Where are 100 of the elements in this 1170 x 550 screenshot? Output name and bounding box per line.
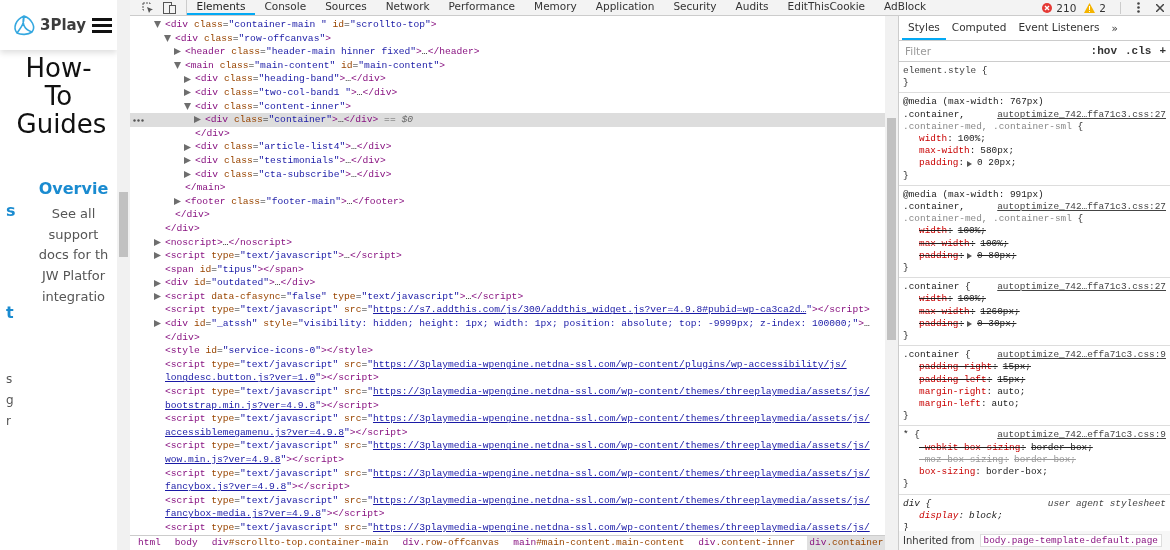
css-property-value[interactable]: block;	[969, 509, 1003, 522]
url-link[interactable]: https://3playmedia-wpengine.netdna-ssl.com/wp-content/themes/threeplaymedia/assets/js/	[373, 386, 870, 398]
scrollbar[interactable]	[117, 0, 130, 550]
expand-triangle-icon[interactable]	[967, 160, 973, 167]
url-link[interactable]: https://3playmedia-wpengine.netdna-ssl.com/wp-content/plugins/wp-accessibility/js/	[373, 358, 847, 370]
panel-tab[interactable]: Memory	[524, 0, 587, 15]
css-property-value[interactable]: 0 20px;	[977, 157, 1017, 170]
tree-row[interactable]: <script data-cfasync="false" type="text/javascript">…</script>	[130, 289, 885, 304]
tree-row[interactable]: <main class="main-content" id="main-content">	[130, 58, 885, 73]
toolbar-button[interactable]: .cls	[1125, 45, 1152, 57]
panel-tab[interactable]: Audits	[726, 0, 779, 15]
breadcrumb-item[interactable]: div.row-offcanvas	[400, 536, 502, 550]
disclosure-triangle-icon[interactable]	[184, 102, 191, 110]
css-property-value[interactable]: 580px;	[980, 145, 1015, 158]
tree-row[interactable]: <div class="container">…</div> == $0	[130, 113, 885, 127]
disclosure-triangle-icon[interactable]	[184, 89, 191, 97]
error-icon[interactable]	[1042, 2, 1053, 13]
url-link[interactable]: bootstrap.min.js?ver=4.9.8	[165, 399, 316, 411]
url-link[interactable]: fancybox.js?ver=4.9.8	[165, 481, 287, 493]
css-property-value[interactable]: 100%;	[980, 237, 1009, 250]
card-heading[interactable]: Overvie	[38, 179, 109, 199]
styles-tab[interactable]: Styles	[902, 16, 946, 40]
tree-row[interactable]: <div class="row-offcanvas">	[130, 31, 885, 46]
tree-row[interactable]: <header class="header-main hinner fixed">…</header>	[130, 45, 885, 59]
expand-triangle-icon[interactable]	[967, 320, 973, 327]
url-link[interactable]: https://3playmedia-wpengine.netdna-ssl.com/wp-content/themes/threeplaymedia/assets/js/	[373, 440, 870, 452]
css-property-value[interactable]: 1260px;	[980, 305, 1020, 318]
css-property-value[interactable]: 100%;	[957, 225, 986, 238]
breadcrumb-item[interactable]: div#scrollto-top.container-main	[209, 536, 391, 550]
url-link[interactable]: https://3playmedia-wpengine.netdna-ssl.com/wp-content/themes/threeplaymedia/assets/js/	[373, 521, 870, 533]
url-link[interactable]: wow.min.js?ver=4.9.8	[165, 454, 281, 465]
breadcrumb-item[interactable]: html	[136, 536, 163, 550]
panel-tab[interactable]: Console	[254, 0, 316, 15]
tree-row[interactable]: <div class="cta-subscribe">…</div>	[130, 167, 885, 182]
disclosure-triangle-icon[interactable]	[194, 116, 201, 124]
breadcrumb-item[interactable]: body	[172, 536, 200, 550]
panel-tab[interactable]: Application	[586, 0, 664, 15]
panel-tab[interactable]: EditThisCookie	[778, 0, 875, 15]
toolbar-button[interactable]: +	[1159, 45, 1166, 57]
css-property-name[interactable]: padding:	[919, 249, 965, 263]
disclosure-triangle-icon[interactable]	[154, 238, 161, 246]
disclosure-triangle-icon[interactable]	[154, 293, 161, 301]
source-link[interactable]: autoptimize_742…effa71c3.css:9	[997, 429, 1166, 442]
url-link[interactable]: fancybox-media.js?ver=4.9.8	[165, 508, 321, 520]
css-property-value[interactable]: 15px;	[997, 373, 1026, 386]
css-property-value[interactable]: border-box;	[985, 466, 1048, 479]
panel-tab[interactable]: Sources	[315, 0, 377, 15]
url-link[interactable]: https://3playmedia-wpengine.netdna-ssl.com/wp-content/themes/threeplaymedia/assets/js/	[373, 413, 870, 425]
source-link[interactable]: autoptimize_742…ffa71c3.css:27	[997, 281, 1166, 294]
breadcrumb-item[interactable]: div.container	[807, 536, 885, 550]
url-link[interactable]: longdesc.button.js?ver=1.0	[165, 372, 316, 384]
tree-row[interactable]: <footer class="footer-main">…</footer>	[130, 194, 885, 209]
disclosure-triangle-icon[interactable]	[154, 21, 161, 29]
css-property-name[interactable]: padding-right:	[919, 361, 998, 374]
tree-row[interactable]: <div class="heading-band">…</div>	[130, 72, 885, 86]
disclosure-triangle-icon[interactable]	[174, 62, 181, 70]
panel-tab[interactable]: Performance	[439, 0, 525, 15]
url-link[interactable]: https://3playmedia-wpengine.netdna-ssl.com/wp-content/themes/threeplaymedia/assets/js/	[373, 467, 870, 479]
css-property-name[interactable]: width:	[919, 133, 953, 146]
more-dots-icon[interactable]	[133, 119, 144, 123]
css-property-value[interactable]: 15px;	[1002, 361, 1031, 374]
styles-tab[interactable]: Event Listeners	[1012, 16, 1106, 40]
disclosure-triangle-icon[interactable]	[184, 170, 191, 178]
url-link[interactable]: https://3playmedia-wpengine.netdna-ssl.com/wp-content/themes/threeplaymedia/assets/js/	[373, 494, 870, 506]
source-link[interactable]: autoptimize_742…ffa71c3.css:27	[997, 108, 1166, 121]
styles-tab[interactable]: Computed	[945, 16, 1013, 40]
css-property-value[interactable]: 0 30px;	[977, 317, 1017, 331]
tree-row[interactable]: <style id="service-icons-0"></style>	[130, 344, 885, 358]
css-property-value[interactable]: 0 80px;	[977, 249, 1017, 263]
tree-row[interactable]: <div class="two-col-band1 ">…</div>	[130, 85, 885, 100]
css-property-name[interactable]: box-sizing:	[919, 466, 981, 479]
disclosure-triangle-icon[interactable]	[154, 279, 161, 287]
tree-row[interactable]: <div class="testimonials">…</div>	[130, 153, 885, 168]
scrollbar[interactable]	[885, 16, 899, 550]
css-property-name[interactable]: margin-left:	[919, 398, 987, 411]
css-property-name[interactable]: margin-right:	[919, 385, 993, 399]
tree-row[interactable]: <div class="article-list4">…</div>	[130, 140, 885, 154]
panel-tab[interactable]: Security	[663, 0, 727, 15]
close-icon[interactable]	[1156, 3, 1164, 12]
css-property-value[interactable]: border-box;	[1014, 453, 1076, 467]
tree-row[interactable]: <div class="container-main " id="scrollto-top">	[130, 18, 885, 32]
toolbar-button[interactable]: :hov	[1090, 45, 1117, 57]
css-property-name[interactable]: -webkit-box-sizing:	[919, 441, 1026, 454]
more-tabs-chevron[interactable]: »	[1111, 22, 1118, 34]
css-property-name[interactable]: padding-left:	[919, 373, 993, 386]
more-options-icon[interactable]	[1137, 2, 1140, 13]
tree-row[interactable]: <span id="tipus"></span>	[130, 262, 885, 277]
disclosure-triangle-icon[interactable]	[174, 198, 181, 205]
tree-row[interactable]: <div class="content-inner">	[130, 99, 885, 114]
css-property-value[interactable]: auto;	[991, 398, 1020, 411]
url-link[interactable]: accessiblemegamenu.js?ver=4.9.8	[165, 426, 345, 438]
css-property-name[interactable]: max-width:	[919, 145, 976, 158]
device-icon[interactable]	[163, 1, 176, 14]
breadcrumb-item[interactable]: main#main-content.main-content	[511, 536, 687, 550]
css-property-name[interactable]: width:	[919, 293, 953, 306]
css-property-name[interactable]: display:	[919, 509, 965, 522]
css-property-value[interactable]: 100%;	[957, 133, 986, 146]
css-property-value[interactable]: 100%;	[957, 293, 986, 306]
url-link[interactable]: https://s7.addthis.com/js/300/addthis_widget.js?ver=4.9.8#pubid=wp-ca3ca2d…	[373, 304, 807, 316]
panel-tab[interactable]: Elements	[187, 0, 255, 15]
